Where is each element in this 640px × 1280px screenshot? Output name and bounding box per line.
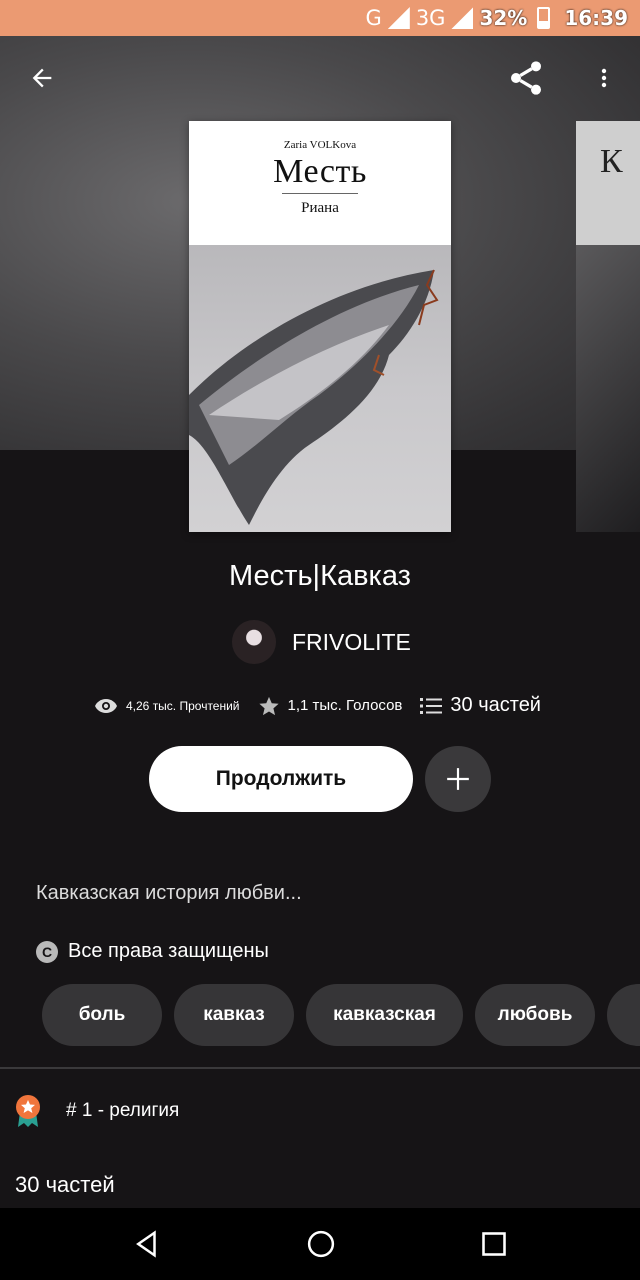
tag-chip[interactable]: кавказ xyxy=(174,984,294,1046)
network-type-g: G xyxy=(365,6,382,30)
copyright-text: Все права защищены xyxy=(68,940,269,962)
next-book-cover[interactable]: К xyxy=(576,121,640,532)
votes-stat: 1,1 тыс. Голосов xyxy=(258,695,403,717)
reads-count: 4,26 тыс. Прочтений xyxy=(126,698,240,713)
copyright-icon: C xyxy=(36,940,58,963)
battery-percent: 32% xyxy=(479,6,528,30)
parts-heading: 30 частей xyxy=(15,1172,115,1197)
book-cover[interactable]: Zaria VOLKova Месть Риана xyxy=(189,121,451,532)
nav-back-icon[interactable] xyxy=(132,1229,162,1259)
avatar[interactable] xyxy=(232,620,276,664)
clock: 16:39 xyxy=(564,6,628,30)
next-cover-image xyxy=(576,245,640,532)
votes-count: 1,1 тыс. Голосов xyxy=(287,697,403,714)
tag-list: боль кавказ кавказская любовь xyxy=(42,984,640,1046)
nav-recents-icon[interactable] xyxy=(480,1230,508,1258)
nav-home-icon[interactable] xyxy=(306,1229,336,1259)
system-nav-bar xyxy=(0,1208,640,1280)
ranking-text[interactable]: # 1 - религия xyxy=(66,1100,179,1122)
story-title: Месть|Кавказ xyxy=(229,560,411,592)
next-cover-title: К xyxy=(576,121,640,245)
tag-chip[interactable]: кавказская xyxy=(306,984,463,1046)
parts-count: 30 частей xyxy=(450,694,541,716)
share-button[interactable] xyxy=(502,54,550,102)
add-to-library-button[interactable] xyxy=(425,746,491,812)
reads-stat: 4,26 тыс. Прочтений xyxy=(94,697,240,715)
tag-chip[interactable]: любовь xyxy=(475,984,595,1046)
cover-title-area: Zaria VOLKova Месть Риана xyxy=(189,121,451,245)
cover-title: Месть xyxy=(273,153,367,190)
more-options-button[interactable] xyxy=(580,54,628,102)
story-description: Кавказская история любви... xyxy=(36,882,302,904)
status-bar: G 3G 32% 16:39 xyxy=(0,0,640,36)
cover-wing-image xyxy=(189,245,451,532)
eye-icon xyxy=(95,698,117,713)
continue-reading-button[interactable]: Продолжить xyxy=(149,746,413,812)
copyright-notice: C Все права защищены xyxy=(36,940,269,963)
back-button[interactable] xyxy=(18,54,66,102)
author-profile-link[interactable]: FRIVOLITE xyxy=(232,620,411,664)
cover-divider xyxy=(282,193,358,194)
share-icon xyxy=(511,61,541,95)
plus-icon xyxy=(447,768,469,790)
tag-chip-partial[interactable] xyxy=(607,984,640,1046)
section-divider xyxy=(0,1067,640,1069)
star-icon xyxy=(258,696,279,715)
ranking-row[interactable]: # 1 - религия xyxy=(14,1094,179,1128)
cover-author: Zaria VOLKova xyxy=(283,139,357,151)
parts-stat: 30 частей xyxy=(420,694,541,717)
cover-subtitle: Риана xyxy=(301,200,339,216)
battery-icon xyxy=(537,7,551,29)
list-icon xyxy=(420,697,443,714)
network-type-3g: 3G xyxy=(415,6,446,30)
more-vert-icon xyxy=(601,68,607,88)
story-stats: 4,26 тыс. Прочтений 1,1 тыс. Голосов 30 … xyxy=(94,694,559,717)
author-name[interactable]: FRIVOLITE xyxy=(292,629,411,656)
back-arrow-icon xyxy=(32,68,52,88)
award-badge-icon xyxy=(16,1095,40,1127)
tag-chip[interactable]: боль xyxy=(42,984,162,1046)
wing-illustration xyxy=(189,269,439,525)
signal-icon-2 xyxy=(451,7,474,29)
signal-icon xyxy=(387,7,410,29)
